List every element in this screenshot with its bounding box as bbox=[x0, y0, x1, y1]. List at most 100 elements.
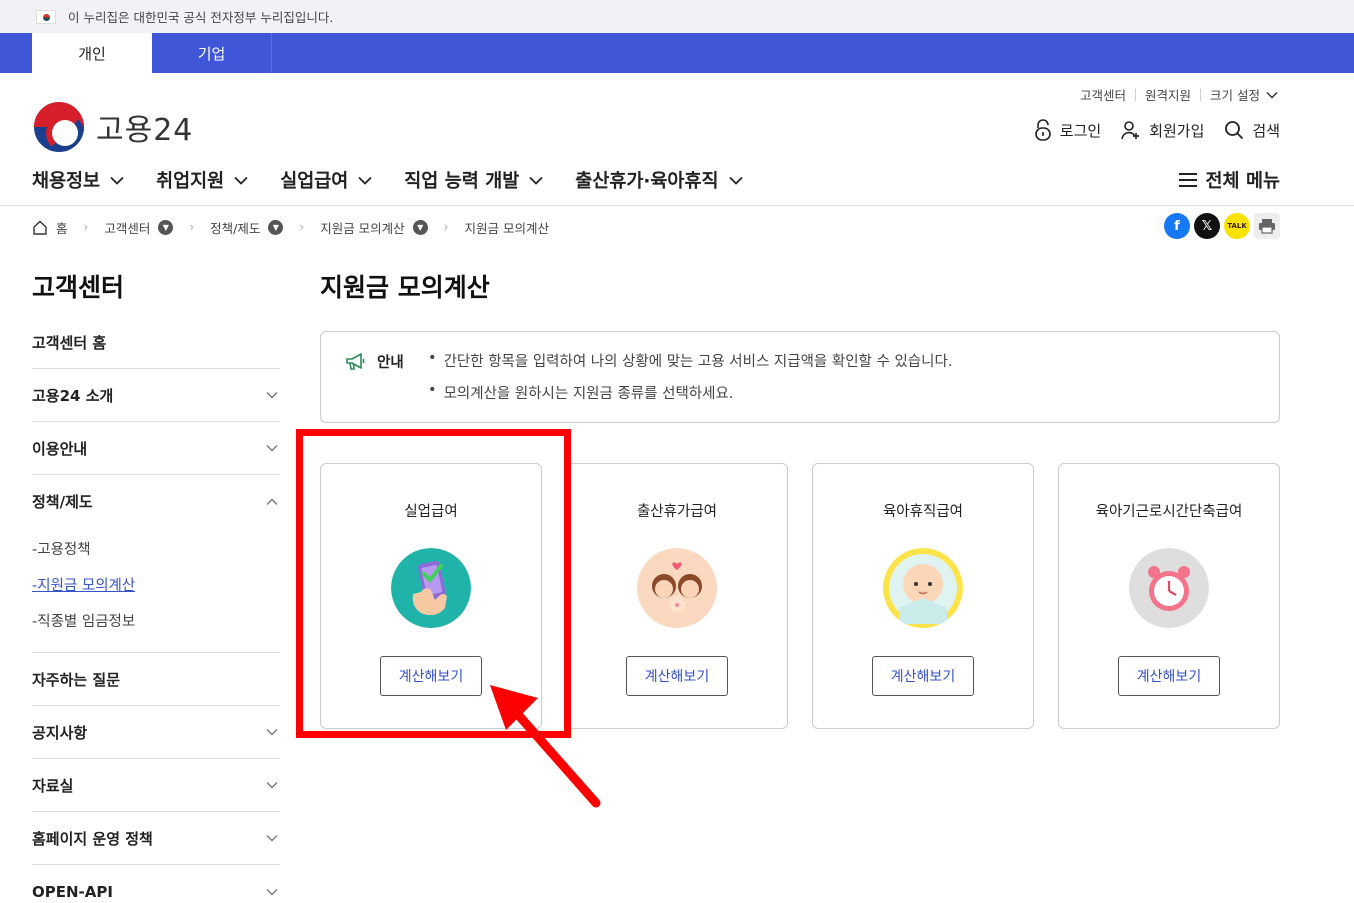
caret-down-icon[interactable]: ▼ bbox=[412, 219, 428, 235]
search-button[interactable]: 검색 bbox=[1224, 120, 1280, 141]
chevron-down-icon bbox=[728, 176, 743, 185]
notice-label-text: 안내 bbox=[377, 355, 404, 371]
user-type-bar: 개인 기업 bbox=[0, 33, 1354, 73]
breadcrumb-item[interactable]: 지원금 모의계산 ▼ bbox=[320, 218, 428, 237]
signup-label: 회원가입 bbox=[1149, 121, 1205, 140]
caret-down-icon[interactable]: ▼ bbox=[158, 219, 174, 235]
all-menu-button[interactable]: 전체 메뉴 bbox=[1179, 167, 1280, 193]
sidebar-item-faq[interactable]: 자주하는 질문 bbox=[32, 653, 280, 706]
breadcrumb-home[interactable]: 홈 bbox=[32, 218, 68, 237]
sidebar-item-notices[interactable]: 공지사항 bbox=[32, 706, 280, 759]
sidebar-item-label: 정책/제도 bbox=[32, 493, 93, 511]
breadcrumb-label: 고객센터 bbox=[104, 220, 151, 236]
sidebar-item-customer-home[interactable]: 고객센터 홈 bbox=[32, 316, 280, 369]
kakaotalk-label: TALK bbox=[1227, 222, 1247, 230]
chevron-right-icon: › bbox=[83, 220, 89, 234]
kakaotalk-icon[interactable]: TALK bbox=[1224, 213, 1250, 239]
util-link-remote-support[interactable]: 원격지원 bbox=[1145, 85, 1191, 104]
sidebar-item-label: 고객센터 홈 bbox=[32, 333, 107, 352]
sidebar-sub-item-wage-info[interactable]: -직종별 임금정보 bbox=[32, 602, 280, 638]
sidebar-item-about[interactable]: 고용24 소개 bbox=[32, 369, 280, 422]
megaphone-icon bbox=[346, 352, 365, 370]
search-icon bbox=[1225, 121, 1244, 140]
login-label: 로그인 bbox=[1059, 121, 1102, 140]
breadcrumb-label: 지원금 모의계산 bbox=[320, 220, 405, 236]
sidebar-nav: 고객센터 홈 고용24 소개 이용안내 정책/제도 -고용정책 -지원금 모의계… bbox=[32, 316, 280, 903]
gnb-item-employment-support[interactable]: 취업지원 bbox=[156, 167, 248, 193]
tab-company[interactable]: 기업 bbox=[152, 33, 272, 73]
breadcrumb-label: 홈 bbox=[56, 220, 68, 236]
share-bar: f 𝕏 TALK bbox=[1160, 213, 1280, 239]
calculate-button[interactable]: 계산해보기 bbox=[1118, 656, 1220, 696]
gnb-item-jobs[interactable]: 채용정보 bbox=[32, 167, 124, 193]
search-label: 검색 bbox=[1252, 121, 1280, 140]
divider bbox=[0, 205, 1354, 206]
card-parental-leave-benefit: 육아휴직급여 계산해보기 bbox=[812, 463, 1034, 729]
chevron-down-icon bbox=[529, 176, 543, 185]
gnb-item-vocational-training[interactable]: 직업 능력 개발 bbox=[404, 167, 543, 193]
sidebar-item-open-api[interactable]: OPEN-API bbox=[32, 865, 280, 903]
lock-icon bbox=[1034, 119, 1051, 141]
breadcrumb-item[interactable]: 정책/제도 ▼ bbox=[210, 218, 284, 237]
chevron-right-icon: › bbox=[189, 220, 195, 234]
card-title: 육아기근로시간단축급여 bbox=[1095, 504, 1243, 520]
gnb-label: 실업급여 bbox=[280, 171, 349, 192]
gov-banner-text: 이 누리집은 대한민국 공식 전자정부 누리집입니다. bbox=[68, 10, 334, 25]
facebook-icon[interactable]: f bbox=[1164, 213, 1190, 239]
tab-personal[interactable]: 개인 bbox=[32, 33, 152, 73]
sidebar-item-guide[interactable]: 이용안내 bbox=[32, 422, 280, 475]
calculate-button[interactable]: 계산해보기 bbox=[626, 656, 728, 696]
gnb-item-unemployment-benefit[interactable]: 실업급여 bbox=[280, 167, 372, 193]
breadcrumb-current: 지원금 모의계산 bbox=[464, 218, 548, 237]
home-icon bbox=[33, 220, 47, 235]
gnb-label: 직업 능력 개발 bbox=[404, 171, 520, 192]
signup-button[interactable]: 회원가입 bbox=[1121, 120, 1204, 141]
user-links: 로그인 회원가입 검색 bbox=[1014, 119, 1280, 141]
chevron-down-icon bbox=[266, 392, 278, 399]
gov-banner: 이 누리집은 대한민국 공식 전자정부 누리집입니다. bbox=[0, 0, 1354, 33]
sidebar-item-policy[interactable]: 정책/제도 bbox=[32, 475, 280, 528]
gnb-label: 취업지원 bbox=[156, 171, 225, 192]
sidebar-item-label: 자주하는 질문 bbox=[32, 670, 121, 689]
chevron-down-icon bbox=[234, 176, 248, 185]
chevron-right-icon: › bbox=[443, 220, 449, 234]
site-logo[interactable]: 고용24 bbox=[34, 102, 193, 152]
utility-links: 고객센터 원격지원 크기 설정 bbox=[1080, 85, 1278, 104]
divider bbox=[1200, 88, 1202, 101]
card-title: 출산휴가급여 bbox=[636, 504, 718, 520]
sidebar-sub-item-subsidy-calculator[interactable]: -지원금 모의계산 bbox=[32, 566, 280, 602]
alarm-clock-icon bbox=[1129, 548, 1209, 628]
sidebar-item-label: OPEN-API bbox=[32, 882, 113, 901]
chevron-down-icon bbox=[266, 729, 278, 736]
page-title: 지원금 모의계산 bbox=[320, 273, 490, 302]
breadcrumb-item[interactable]: 고객센터 ▼ bbox=[104, 218, 174, 237]
add-user-icon bbox=[1121, 121, 1140, 140]
chevron-right-icon: › bbox=[299, 220, 305, 234]
notice-box: 안내 간단한 항목을 입력하여 나의 상황에 맞는 고용 서비스 지급액을 확인… bbox=[320, 331, 1280, 423]
chevron-down-icon bbox=[358, 176, 372, 185]
sidebar-sub-list: -고용정책 -지원금 모의계산 -직종별 임금정보 bbox=[32, 528, 280, 653]
calculate-button[interactable]: 계산해보기 bbox=[872, 656, 974, 696]
card-reduced-hours-benefit: 육아기근로시간단축급여 계산해보기 bbox=[1058, 463, 1280, 729]
global-nav: 채용정보 취업지원 실업급여 직업 능력 개발 출산휴가·육아휴직 bbox=[32, 167, 775, 193]
sidebar-item-site-policy[interactable]: 홈페이지 운영 정책 bbox=[32, 812, 280, 865]
print-icon[interactable] bbox=[1254, 213, 1280, 239]
util-link-customer-center[interactable]: 고객센터 bbox=[1080, 85, 1126, 104]
sidebar-item-label: 자료실 bbox=[32, 776, 74, 795]
sidebar-title: 고객센터 bbox=[32, 273, 125, 302]
login-button[interactable]: 로그인 bbox=[1034, 119, 1101, 141]
family-icon bbox=[637, 548, 717, 628]
korea-flag-icon bbox=[36, 9, 56, 24]
chevron-down-icon bbox=[266, 445, 278, 452]
divider bbox=[1135, 88, 1136, 101]
x-twitter-icon[interactable]: 𝕏 bbox=[1194, 213, 1220, 239]
sidebar-item-archive[interactable]: 자료실 bbox=[32, 759, 280, 812]
util-link-font-size[interactable]: 크기 설정 bbox=[1210, 85, 1260, 104]
caret-down-icon[interactable]: ▼ bbox=[268, 219, 284, 235]
sidebar-sub-item-employment-policy[interactable]: -고용정책 bbox=[32, 530, 280, 566]
notice-lines: 간단한 항목을 입력하여 나의 상황에 맞는 고용 서비스 지급액을 확인할 수… bbox=[428, 350, 953, 414]
gnb-item-parental-leave[interactable]: 출산휴가·육아휴직 bbox=[575, 167, 743, 193]
chevron-down-icon bbox=[266, 835, 278, 842]
notice-line: 모의계산을 원하시는 지원금 종류를 선택하세요. bbox=[428, 382, 952, 414]
taegeuk-logo-icon bbox=[34, 102, 84, 152]
